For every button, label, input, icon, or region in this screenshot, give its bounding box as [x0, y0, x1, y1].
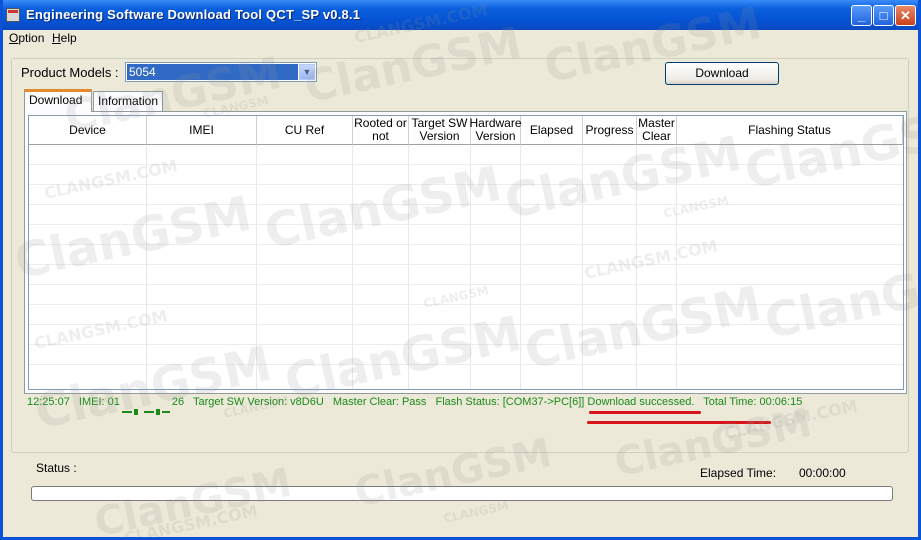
red-underline-mark — [589, 411, 701, 414]
chevron-down-icon[interactable]: ▼ — [299, 64, 315, 80]
log-total-time: Total Time: 00:06:15 — [703, 396, 803, 408]
log-master-clear: Master Clear: Pass — [332, 396, 427, 408]
grid-row-line — [29, 344, 903, 345]
column-header-rooted[interactable]: Rooted or not — [353, 116, 409, 145]
maximize-button[interactable]: □ — [873, 5, 894, 26]
grid-row-line — [29, 304, 903, 305]
elapsed-time-value: 00:00:00 — [799, 466, 846, 480]
status-label: Status : — [36, 461, 77, 475]
app-window: Engineering Software Download Tool QCT_S… — [0, 0, 921, 540]
window-title: Engineering Software Download Tool QCT_S… — [26, 7, 361, 22]
column-header-cu-ref[interactable]: CU Ref — [257, 116, 353, 145]
grid-divider — [636, 145, 637, 389]
menu-option-accelerator: O — [9, 31, 19, 45]
grid-row-line — [29, 284, 903, 285]
grid-divider — [520, 145, 521, 389]
menu-option-label: ption — [18, 31, 45, 45]
grid-divider — [582, 145, 583, 389]
column-header-imei[interactable]: IMEI — [147, 116, 257, 145]
column-header-device[interactable]: Device — [29, 116, 147, 145]
watermark: CLANGSM.COM — [122, 501, 260, 540]
elapsed-time-label: Elapsed Time: — [700, 466, 777, 480]
watermark: CLANGSM — [442, 498, 510, 526]
grid-row-line — [29, 164, 903, 165]
column-header-target-sw[interactable]: Target SW Version — [409, 116, 471, 145]
download-button[interactable]: Download — [665, 62, 779, 85]
grid-divider — [256, 145, 257, 389]
column-header-progress[interactable]: Progress — [583, 116, 637, 145]
menu-bar: Option Help — [3, 30, 918, 48]
log-line: 12:25:07 IMEI: 01 26 Target SW Version: v… — [27, 396, 808, 415]
product-models-value: 5054 — [127, 64, 298, 80]
column-header-hardware[interactable]: Hardware Version — [469, 116, 522, 145]
log-flash-status: Flash Status: [COM37->PC[6]] Download su… — [435, 396, 695, 408]
red-underline-mark — [587, 421, 771, 424]
grid-row-line — [29, 184, 903, 185]
grid-row-line — [29, 324, 903, 325]
menu-option[interactable]: Option — [9, 31, 44, 45]
product-models-dropdown[interactable]: 5054 ▼ — [125, 62, 317, 82]
grid-divider — [470, 145, 471, 389]
close-button[interactable]: ✕ — [895, 5, 916, 26]
menu-help-label: elp — [60, 31, 77, 45]
product-models-label: Product Models : — [21, 65, 119, 80]
app-icon[interactable] — [6, 8, 20, 22]
grid-divider — [146, 145, 147, 389]
grid-row-line — [29, 244, 903, 245]
grid-row-line — [29, 204, 903, 205]
title-bar[interactable]: Engineering Software Download Tool QCT_S… — [3, 0, 918, 30]
log-imei-suffix: 26 — [171, 396, 185, 408]
menu-help[interactable]: Help — [52, 31, 77, 45]
minimize-button[interactable]: _ — [851, 5, 872, 26]
grid-row-line — [29, 364, 903, 365]
column-header-flashing-status[interactable]: Flashing Status — [677, 116, 903, 145]
tab-download[interactable]: Download — [24, 89, 92, 112]
column-header-elapsed[interactable]: Elapsed — [521, 116, 583, 145]
log-time: 12:25:07 — [27, 396, 70, 408]
column-header-master-clear[interactable]: Master Clear — [637, 116, 677, 145]
tab-information[interactable]: Information — [93, 91, 163, 111]
log-target-sw: Target SW Version: v8D6U — [192, 396, 324, 408]
grid-row-line — [29, 264, 903, 265]
device-table[interactable]: Device IMEI CU Ref Rooted or not Target … — [28, 115, 904, 390]
menu-help-accelerator: H — [52, 31, 61, 45]
log-imei-prefix: IMEI: 01 — [78, 396, 120, 408]
grid-divider — [352, 145, 353, 389]
grid-divider — [408, 145, 409, 389]
grid-row-line — [29, 224, 903, 225]
grid-divider — [676, 145, 677, 389]
progress-bar — [31, 486, 893, 501]
